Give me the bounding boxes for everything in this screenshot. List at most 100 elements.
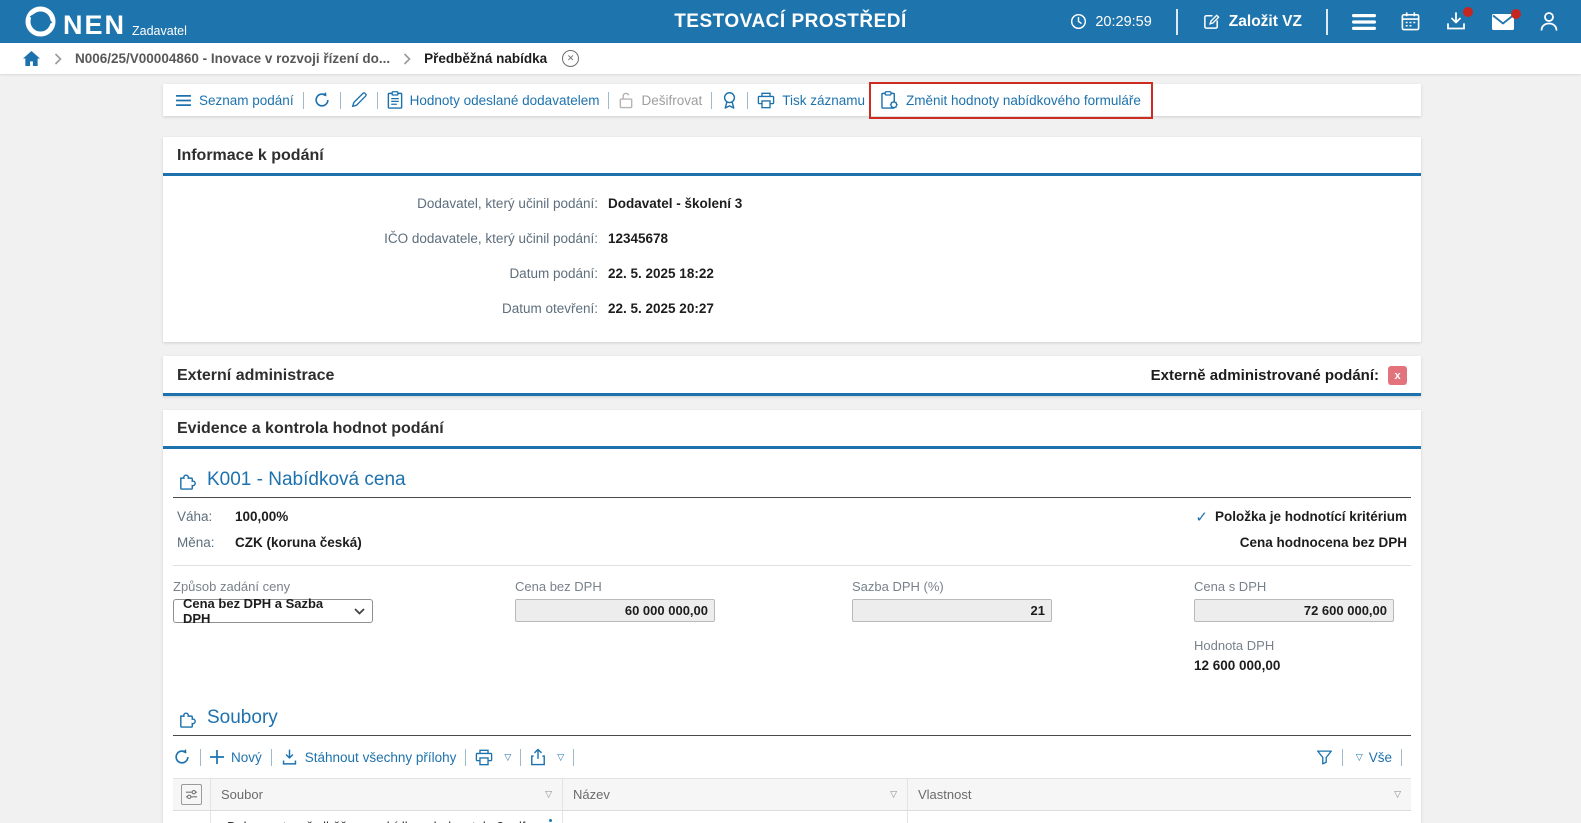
price-with-vat-input[interactable]	[1194, 599, 1394, 622]
logo-subtext: Zadavatel	[132, 23, 187, 38]
menu-button[interactable]	[1352, 13, 1376, 31]
submission-info-section: Informace k podání Dodavatel, který učin…	[163, 137, 1421, 342]
funnel-icon	[1316, 749, 1332, 765]
clipboard-icon	[387, 91, 402, 109]
edit-record-button[interactable]	[350, 91, 368, 109]
cell-vlastnost	[908, 811, 1411, 823]
info-row-supplier: Dodavatel, který učinil podání: Dodavate…	[163, 186, 1421, 221]
kriterium-note: Položka je hodnotící kritérium	[1214, 509, 1407, 524]
price-no-vat-input[interactable]	[515, 599, 715, 622]
section-title: Evidence a kontrola hodnot podání	[177, 420, 444, 437]
chevron-down-icon	[354, 607, 365, 615]
files-subsection-header: Soubory	[173, 707, 1411, 736]
evidence-section: Evidence a kontrola hodnot podání K001 -…	[163, 410, 1421, 823]
print-record-button[interactable]: Tisk záznamu	[757, 92, 865, 109]
refresh-icon	[314, 92, 329, 107]
divider	[173, 565, 1411, 566]
vat-amount-field: Hodnota DPH 12 600 000,00	[1194, 638, 1411, 673]
column-filter-icon[interactable]: ▽	[545, 789, 552, 800]
files-table-header: Soubor ▽ Název ▽ Vlastnost ▽	[173, 779, 1411, 811]
column-header-vlastnost[interactable]: Vlastnost ▽	[908, 779, 1411, 810]
create-vz-button[interactable]: Založit VZ	[1202, 12, 1302, 31]
files-title: Soubory	[207, 707, 278, 728]
mena-row: Měna: CZK (koruna česká) Cena hodnocena …	[177, 535, 1407, 550]
file-name[interactable]: Dokument s předběžnou nabídkou dodavatel…	[227, 819, 526, 823]
field-label: Dodavatel, který učinil podání:	[417, 196, 598, 211]
lock-open-icon	[620, 92, 633, 109]
refresh-button[interactable]	[313, 91, 331, 109]
puzzle-icon	[180, 474, 196, 490]
files-refresh-button[interactable]	[173, 748, 191, 766]
calendar-button[interactable]	[1400, 11, 1421, 32]
export-files-button[interactable]: ▽	[530, 748, 564, 766]
field-label: Způsob zadání ceny	[173, 579, 291, 594]
price-with-vat-field: Cena s DPH	[1194, 579, 1411, 623]
breadcrumb-current: Předběžná nabídka	[424, 51, 548, 66]
sliders-icon	[185, 789, 198, 800]
vat-rate-input[interactable]	[852, 599, 1052, 622]
column-header-nazev[interactable]: Název ▽	[563, 779, 908, 810]
info-row-submitted: Datum podání: 22. 5. 2025 18:22	[163, 256, 1421, 291]
topbar-divider	[1175, 8, 1178, 35]
supplier-values-button[interactable]: Hodnoty odeslané dodavatelem	[387, 91, 599, 109]
clock-icon	[1071, 13, 1087, 30]
info-row-ico: IČO dodavatele, který učinil podání: 123…	[163, 221, 1421, 256]
field-value: 22. 5. 2025 20:27	[608, 301, 714, 316]
table-row[interactable]: Dokument s předběžnou nabídkou dodavatel…	[173, 811, 1411, 823]
clipboard-gear-icon	[881, 90, 898, 109]
external-administration-section: Externí administrace Externě administrov…	[163, 356, 1421, 396]
section-title: Informace k podání	[177, 147, 324, 164]
vat-rate-field: Sazba DPH (%)	[852, 579, 1194, 623]
view-filter-select[interactable]: ▽ Vše	[1352, 750, 1392, 765]
dropdown-arrow-icon: ▽	[557, 751, 565, 762]
nen-logo-icon	[24, 5, 57, 38]
print-files-button[interactable]: ▽	[475, 749, 511, 766]
download-icon	[282, 749, 296, 765]
list-of-submissions-button[interactable]: Seznam podání	[175, 93, 294, 108]
breadcrumb-contract-link[interactable]: N006/25/V00004860 - Inovace v rozvoji ří…	[75, 51, 390, 66]
k001-title: K001 - Nabídková cena	[207, 469, 406, 490]
home-icon	[23, 50, 40, 67]
award-button[interactable]	[721, 91, 738, 110]
field-label: Cena bez DPH	[515, 579, 602, 594]
field-label: Datum otevření:	[501, 301, 598, 316]
top-bar: NEN Zadavatel TESTOVACÍ PROSTŘEDÍ 20:29:…	[0, 0, 1581, 43]
close-tab-icon[interactable]: ✕	[562, 50, 580, 67]
field-label: Hodnota DPH	[1194, 638, 1275, 653]
record-toolbar: Seznam podání Hodnoty odeslané dodavatel…	[163, 81, 1421, 119]
column-filter-icon[interactable]: ▽	[1394, 789, 1401, 800]
column-settings-button[interactable]	[181, 784, 202, 805]
chevron-right-icon	[404, 52, 411, 65]
filter-button[interactable]	[1316, 749, 1333, 766]
topbar-divider	[1326, 8, 1328, 35]
column-filter-icon[interactable]: ▽	[890, 789, 897, 800]
printer-icon	[476, 749, 493, 765]
dropdown-arrow-icon: ▽	[1355, 751, 1363, 762]
external-admin-label: Externě administrované podání:	[1150, 367, 1379, 384]
column-header-soubor[interactable]: Soubor ▽	[211, 779, 563, 810]
session-time-value: 20:29:59	[1095, 13, 1152, 30]
cell-nazev	[563, 811, 908, 823]
profile-button[interactable]	[1539, 11, 1559, 32]
plus-icon	[210, 750, 224, 764]
info-row-opened: Datum otevření: 22. 5. 2025 20:27	[163, 291, 1421, 326]
field-value: 22. 5. 2025 18:22	[608, 266, 714, 281]
change-form-values-button[interactable]: Změnit hodnoty nabídkového formuláře	[869, 81, 1153, 119]
puzzle-icon	[180, 712, 196, 728]
dph-note: Cena hodnocena bez DPH	[1239, 535, 1407, 550]
files-toolbar: Nový Stáhnout všechny přílohy ▽ ▽ ▽ Vše	[173, 743, 1411, 771]
price-entry-select[interactable]: Cena bez DPH a Sazba DPH	[173, 596, 373, 626]
downloads-button[interactable]	[1445, 7, 1473, 32]
printer-icon	[757, 92, 775, 108]
messages-button[interactable]	[1491, 8, 1521, 31]
row-menu-icon[interactable]	[548, 818, 552, 823]
home-button[interactable]	[22, 50, 41, 67]
new-file-button[interactable]: Nový	[210, 750, 262, 765]
download-all-attachments-button[interactable]: Stáhnout všechny přílohy	[281, 749, 456, 766]
app-logo[interactable]: NEN Zadavatel	[0, 5, 187, 39]
external-admin-no-icon[interactable]: x	[1388, 366, 1407, 385]
vat-amount-value: 12 600 000,00	[1194, 658, 1281, 673]
calendar-icon	[1401, 12, 1420, 31]
decrypt-button[interactable]: Dešifrovat	[618, 91, 702, 109]
field-label: Cena s DPH	[1194, 579, 1267, 594]
